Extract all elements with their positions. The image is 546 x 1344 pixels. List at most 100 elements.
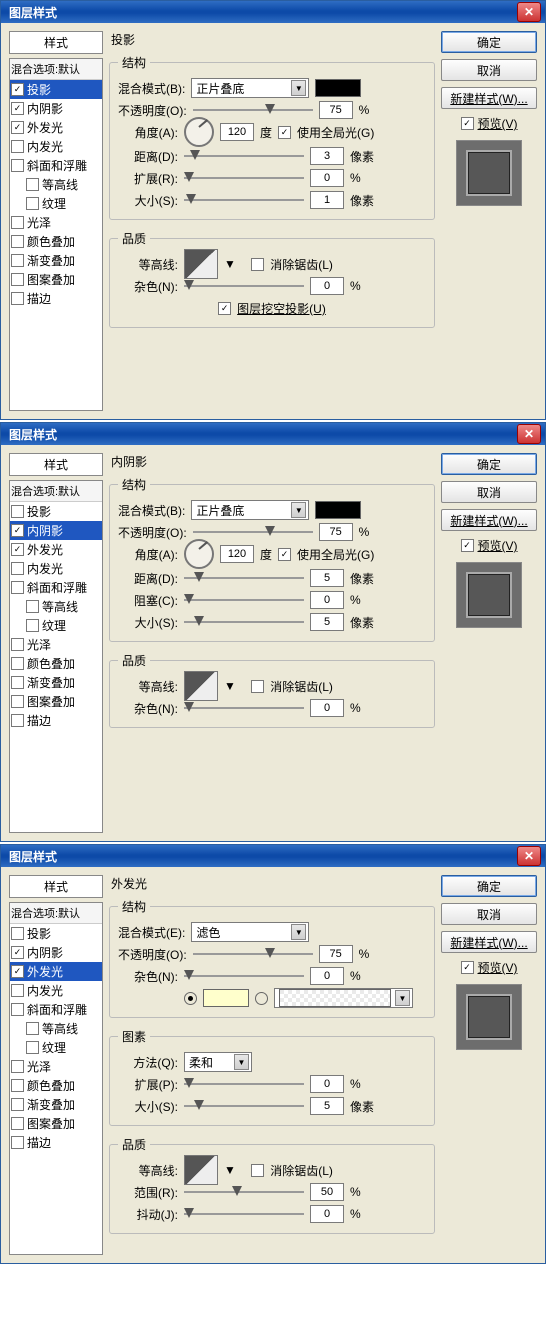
style-row-satin[interactable]: 光泽 xyxy=(10,1057,102,1076)
style-row-color_overlay[interactable]: 颜色叠加 xyxy=(10,654,102,673)
select[interactable]: 正片叠底▼ xyxy=(191,500,309,520)
color-swatch[interactable] xyxy=(315,501,361,519)
value-input[interactable]: 75 xyxy=(319,945,353,963)
slider[interactable] xyxy=(184,279,304,293)
style-check-satin[interactable] xyxy=(11,638,24,651)
style-check-inner_glow[interactable] xyxy=(11,984,24,997)
slider[interactable] xyxy=(184,149,304,163)
value-input[interactable]: 75 xyxy=(319,101,353,119)
style-check-inner_glow[interactable] xyxy=(11,140,24,153)
style-row-pattern_overlay[interactable]: 图案叠加 xyxy=(10,1114,102,1133)
style-row-color_overlay[interactable]: 颜色叠加 xyxy=(10,232,102,251)
gradient-select[interactable]: ▼ xyxy=(274,988,413,1008)
new-style-button[interactable]: 新建样式(W)... xyxy=(441,87,537,109)
value-input[interactable]: 0 xyxy=(310,967,344,985)
chevron-down-icon[interactable]: ▼ xyxy=(224,679,236,693)
style-check-contour[interactable] xyxy=(26,600,39,613)
style-check-drop_shadow[interactable] xyxy=(11,505,24,518)
blend-default[interactable]: 混合选项:默认 xyxy=(10,59,102,80)
style-row-gradient_overlay[interactable]: 渐变叠加 xyxy=(10,251,102,270)
slider[interactable] xyxy=(193,103,313,117)
chevron-down-icon[interactable]: ▼ xyxy=(224,1163,236,1177)
style-check-contour[interactable] xyxy=(26,1022,39,1035)
style-check-drop_shadow[interactable] xyxy=(11,83,24,96)
style-row-bevel_emboss[interactable]: 斜面和浮雕 xyxy=(10,156,102,175)
style-check-inner_shadow[interactable] xyxy=(11,946,24,959)
angle-dial[interactable] xyxy=(184,539,214,569)
style-check-texture[interactable] xyxy=(26,1041,39,1054)
ok-button[interactable]: 确定 xyxy=(441,875,537,897)
new-style-button[interactable]: 新建样式(W)... xyxy=(441,931,537,953)
knockout-check[interactable] xyxy=(218,302,231,315)
slider[interactable] xyxy=(184,1077,304,1091)
style-row-inner_shadow[interactable]: 内阴影 xyxy=(10,99,102,118)
close-icon[interactable]: ✕ xyxy=(517,846,541,866)
contour-picker[interactable] xyxy=(184,671,218,701)
style-row-pattern_overlay[interactable]: 图案叠加 xyxy=(10,270,102,289)
style-row-inner_shadow[interactable]: 内阴影 xyxy=(10,521,102,540)
value-input[interactable]: 120 xyxy=(220,123,254,141)
style-check-outer_glow[interactable] xyxy=(11,121,24,134)
style-row-outer_glow[interactable]: 外发光 xyxy=(10,962,102,981)
anti-alias-check[interactable] xyxy=(251,680,264,693)
value-input[interactable]: 0 xyxy=(310,1205,344,1223)
blend-default[interactable]: 混合选项:默认 xyxy=(10,903,102,924)
value-input[interactable]: 50 xyxy=(310,1183,344,1201)
value-input[interactable]: 120 xyxy=(220,545,254,563)
blend-default[interactable]: 混合选项:默认 xyxy=(10,481,102,502)
style-row-inner_glow[interactable]: 内发光 xyxy=(10,137,102,156)
slider[interactable] xyxy=(184,969,304,983)
style-row-texture[interactable]: 纹理 xyxy=(10,194,102,213)
style-row-contour[interactable]: 等高线 xyxy=(10,175,102,194)
style-row-contour[interactable]: 等高线 xyxy=(10,1019,102,1038)
style-row-outer_glow[interactable]: 外发光 xyxy=(10,540,102,559)
value-input[interactable]: 5 xyxy=(310,613,344,631)
value-input[interactable]: 0 xyxy=(310,169,344,187)
global-light-check[interactable] xyxy=(278,126,291,139)
ok-button[interactable]: 确定 xyxy=(441,453,537,475)
style-row-stroke[interactable]: 描边 xyxy=(10,1133,102,1152)
style-check-inner_shadow[interactable] xyxy=(11,524,24,537)
style-check-color_overlay[interactable] xyxy=(11,1079,24,1092)
close-icon[interactable]: ✕ xyxy=(517,424,541,444)
value-input[interactable]: 75 xyxy=(319,523,353,541)
slider[interactable] xyxy=(184,1207,304,1221)
style-row-outer_glow[interactable]: 外发光 xyxy=(10,118,102,137)
style-check-contour[interactable] xyxy=(26,178,39,191)
glow-color-swatch[interactable] xyxy=(203,989,249,1007)
cancel-button[interactable]: 取消 xyxy=(441,903,537,925)
slider[interactable] xyxy=(184,1185,304,1199)
glow-gradient-radio[interactable] xyxy=(255,992,268,1005)
style-row-satin[interactable]: 光泽 xyxy=(10,635,102,654)
style-row-drop_shadow[interactable]: 投影 xyxy=(10,502,102,521)
select[interactable]: 柔和▼ xyxy=(184,1052,252,1072)
style-check-texture[interactable] xyxy=(26,619,39,632)
style-check-outer_glow[interactable] xyxy=(11,965,24,978)
select[interactable]: 滤色▼ xyxy=(191,922,309,942)
style-check-stroke[interactable] xyxy=(11,292,24,305)
style-check-stroke[interactable] xyxy=(11,714,24,727)
anti-alias-check[interactable] xyxy=(251,1164,264,1177)
style-check-gradient_overlay[interactable] xyxy=(11,1098,24,1111)
value-input[interactable]: 0 xyxy=(310,1075,344,1093)
style-row-inner_glow[interactable]: 内发光 xyxy=(10,981,102,1000)
style-check-inner_glow[interactable] xyxy=(11,562,24,575)
style-check-bevel_emboss[interactable] xyxy=(11,159,24,172)
style-row-satin[interactable]: 光泽 xyxy=(10,213,102,232)
style-check-texture[interactable] xyxy=(26,197,39,210)
style-check-bevel_emboss[interactable] xyxy=(11,581,24,594)
style-row-drop_shadow[interactable]: 投影 xyxy=(10,924,102,943)
style-check-gradient_overlay[interactable] xyxy=(11,676,24,689)
style-check-pattern_overlay[interactable] xyxy=(11,1117,24,1130)
cancel-button[interactable]: 取消 xyxy=(441,59,537,81)
style-row-gradient_overlay[interactable]: 渐变叠加 xyxy=(10,1095,102,1114)
chevron-down-icon[interactable]: ▼ xyxy=(224,257,236,271)
style-row-pattern_overlay[interactable]: 图案叠加 xyxy=(10,692,102,711)
value-input[interactable]: 5 xyxy=(310,569,344,587)
value-input[interactable]: 0 xyxy=(310,591,344,609)
preview-check[interactable] xyxy=(461,117,474,130)
cancel-button[interactable]: 取消 xyxy=(441,481,537,503)
value-input[interactable]: 5 xyxy=(310,1097,344,1115)
style-row-stroke[interactable]: 描边 xyxy=(10,711,102,730)
value-input[interactable]: 3 xyxy=(310,147,344,165)
